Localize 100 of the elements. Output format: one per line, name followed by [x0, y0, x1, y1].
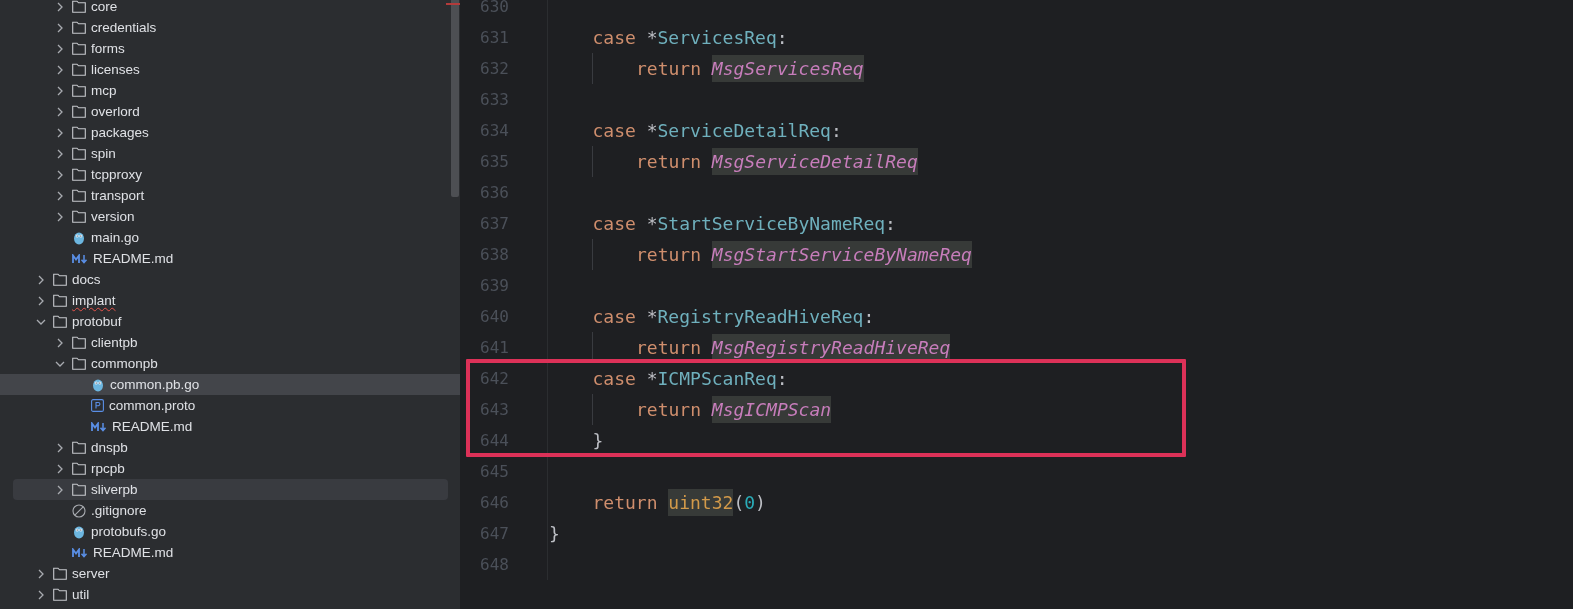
- file-name: mcp: [91, 83, 117, 100]
- type-name: ServicesReq: [657, 27, 777, 48]
- constant-name: MsgServiceDetailReq: [711, 148, 918, 175]
- number-literal: 0: [744, 492, 756, 513]
- tree-item[interactable]: implant: [0, 290, 460, 311]
- tree-item[interactable]: .gitignore: [0, 500, 460, 521]
- tree-item[interactable]: util: [0, 584, 460, 605]
- file-name: forms: [91, 41, 125, 58]
- file-name: clientpb: [91, 335, 138, 352]
- punctuation: (: [733, 492, 745, 513]
- file-name: protobuf: [72, 314, 122, 331]
- file-name: core: [91, 0, 118, 16]
- type-name: ICMPScanReq: [657, 368, 777, 389]
- file-name: credentials: [91, 20, 157, 37]
- file-name: common.proto: [109, 398, 196, 415]
- tree-item[interactable]: overlord: [0, 101, 460, 122]
- tree-item[interactable]: commonpb: [0, 353, 460, 374]
- file-name: licenses: [91, 62, 140, 79]
- tree-item[interactable]: credentials: [0, 17, 460, 38]
- tree-item[interactable]: clientpb: [0, 332, 460, 353]
- tree-item[interactable]: common.pb.go: [0, 374, 460, 395]
- file-name: rpcpb: [91, 461, 125, 478]
- tree-item[interactable]: rpcpb: [0, 458, 460, 479]
- folder-icon: [72, 84, 86, 97]
- folder-icon: [72, 168, 86, 181]
- error-marker: [446, 3, 460, 5]
- proto-file-icon: [91, 399, 104, 412]
- file-name: main.go: [91, 230, 140, 247]
- keyword: case: [592, 27, 636, 48]
- file-name: README.md: [93, 251, 174, 268]
- tree-item[interactable]: version: [0, 206, 460, 227]
- keyword: return: [636, 58, 702, 79]
- file-name: common.pb.go: [110, 377, 200, 394]
- tree-item[interactable]: README.md: [0, 542, 460, 563]
- folder-icon: [72, 441, 86, 454]
- type-name: ServiceDetailReq: [657, 120, 831, 141]
- tree-item[interactable]: server: [0, 563, 460, 584]
- file-name: protobufs.go: [91, 524, 167, 541]
- punctuation: :: [776, 27, 788, 48]
- file-name: commonpb: [91, 356, 158, 373]
- markdown-icon: [91, 421, 107, 432]
- tree-item[interactable]: packages: [0, 122, 460, 143]
- file-name: dnspb: [91, 440, 128, 457]
- punctuation: :: [830, 120, 842, 141]
- tree-item[interactable]: protobuf: [0, 311, 460, 332]
- scrollbar-thumb[interactable]: [451, 0, 459, 197]
- folder-icon: [72, 210, 86, 223]
- tree-item[interactable]: mcp: [0, 80, 460, 101]
- tree-item[interactable]: main.go: [0, 227, 460, 248]
- file-name: overlord: [91, 104, 140, 121]
- tree-item[interactable]: protobufs.go: [0, 521, 460, 542]
- keyword: return: [636, 399, 702, 420]
- punctuation: :: [776, 368, 788, 389]
- folder-icon: [72, 63, 86, 76]
- builtin-call: uint32: [668, 489, 734, 516]
- folder-icon: [72, 0, 86, 13]
- folder-icon: [53, 567, 67, 580]
- punctuation: }: [592, 430, 604, 451]
- file-name: transport: [91, 188, 145, 205]
- tree-item[interactable]: forms: [0, 38, 460, 59]
- folder-icon: [72, 336, 86, 349]
- tree-item[interactable]: spin: [0, 143, 460, 164]
- keyword: return: [636, 244, 702, 265]
- folder-icon: [72, 21, 86, 34]
- folder-icon: [72, 357, 86, 370]
- file-name: version: [91, 209, 135, 226]
- tree-item[interactable]: transport: [0, 185, 460, 206]
- punctuation: }: [549, 523, 560, 544]
- folder-icon: [72, 462, 86, 475]
- tree-item[interactable]: docs: [0, 269, 460, 290]
- keyword: case: [592, 213, 636, 234]
- file-name: README.md: [112, 419, 193, 436]
- tree-item[interactable]: licenses: [0, 59, 460, 80]
- file-name: .gitignore: [91, 503, 147, 520]
- file-name: implant: [72, 293, 116, 310]
- constant-name: MsgRegistryReadHiveReq: [711, 334, 951, 361]
- folder-icon: [72, 147, 86, 160]
- tree-item[interactable]: tcpproxy: [0, 164, 460, 185]
- keyword: return: [592, 492, 658, 513]
- punctuation: *: [646, 120, 658, 141]
- tree-item[interactable]: README.md: [0, 416, 460, 437]
- tree-item[interactable]: core: [0, 0, 460, 17]
- keyword: case: [592, 120, 636, 141]
- ignore-file-icon: [72, 503, 86, 518]
- tree-item[interactable]: common.proto: [0, 395, 460, 416]
- punctuation: *: [646, 306, 658, 327]
- tree-item[interactable]: README.md: [0, 248, 460, 269]
- tree-item[interactable]: sliverpb: [13, 479, 448, 500]
- constant-name: MsgStartServiceByNameReq: [711, 241, 972, 268]
- folder-icon: [53, 273, 67, 286]
- folder-icon: [72, 483, 86, 496]
- file-name: spin: [91, 146, 116, 163]
- file-name: tcpproxy: [91, 167, 143, 184]
- folder-icon: [53, 294, 67, 307]
- gopher-icon: [91, 377, 105, 392]
- tree-item[interactable]: dnspb: [0, 437, 460, 458]
- folder-icon: [53, 588, 67, 601]
- folder-icon: [72, 42, 86, 55]
- type-name: RegistryReadHiveReq: [657, 306, 864, 327]
- constant-name: MsgServicesReq: [711, 55, 864, 82]
